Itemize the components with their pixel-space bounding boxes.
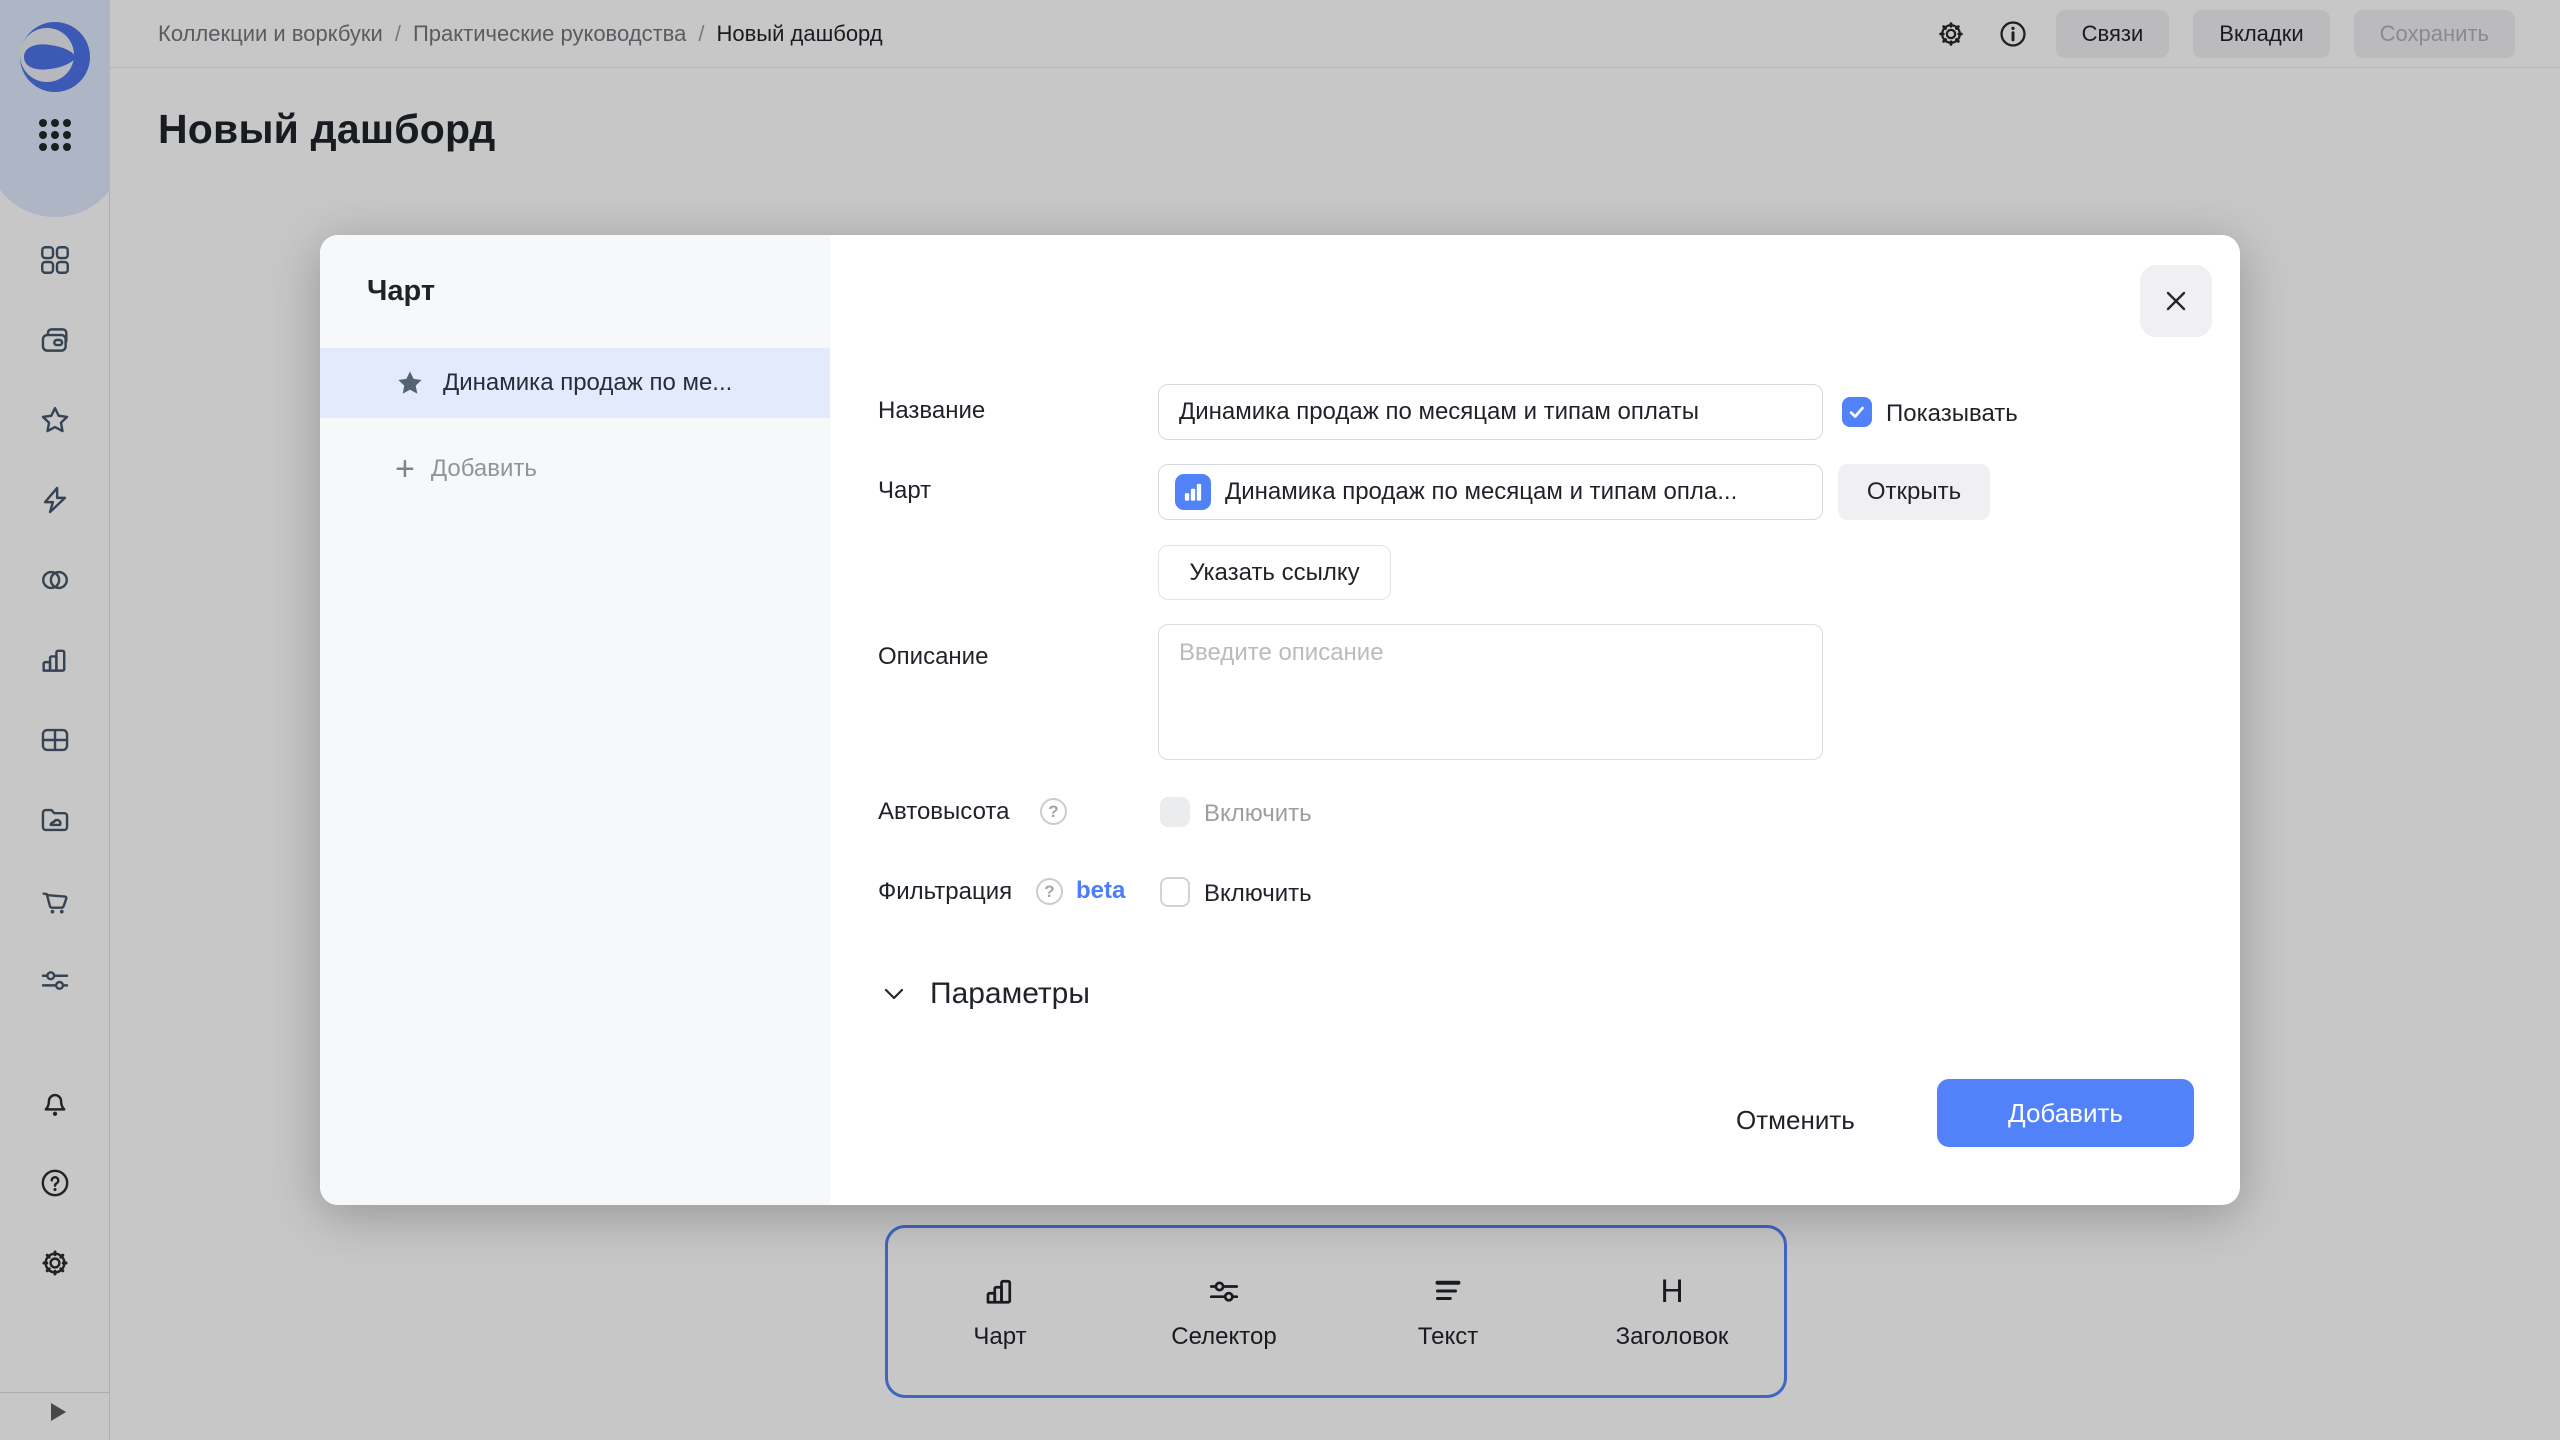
plus-icon: +: [395, 450, 415, 488]
name-field-label: Название: [878, 397, 986, 424]
dialog-left-panel: Чарт Динамика продаж по ме... + Добавить: [320, 235, 830, 1205]
add-chart-dialog: Чарт Динамика продаж по ме... + Добавить…: [320, 235, 2240, 1205]
check-icon: [1849, 406, 1864, 418]
params-section-label: Параметры: [930, 977, 1090, 1010]
set-link-button[interactable]: Указать ссылку: [1158, 545, 1391, 600]
beta-badge: beta: [1076, 877, 1126, 904]
dashboard-page: Коллекции и воркбуки / Практические руко…: [0, 0, 2560, 1440]
filtration-label: Фильтрация: [878, 878, 1013, 905]
filtration-checkbox-label[interactable]: Включить: [1204, 880, 1312, 908]
chart-field-label: Чарт: [878, 477, 932, 504]
chart-list-item-label: Динамика продаж по ме...: [443, 369, 733, 396]
chart-list-item-selected[interactable]: Динамика продаж по ме...: [320, 348, 830, 418]
params-section-toggle[interactable]: Параметры: [880, 977, 1090, 1011]
chevron-down-icon: [884, 988, 904, 1000]
description-textarea[interactable]: [1158, 624, 1823, 760]
cancel-button[interactable]: Отменить: [1716, 1090, 1875, 1150]
autoheight-checkbox[interactable]: [1160, 797, 1190, 827]
chart-select[interactable]: Динамика продаж по месяцам и типам опла.…: [1158, 464, 1823, 520]
close-icon: [2166, 291, 2186, 311]
dialog-title: Чарт: [367, 275, 436, 307]
description-field-label: Описание: [878, 643, 989, 670]
autoheight-checkbox-label: Включить: [1204, 800, 1312, 827]
chart-select-value: Динамика продаж по месяцам и типам опла.…: [1225, 478, 1738, 505]
show-checkbox[interactable]: [1842, 397, 1872, 427]
add-chart-item-button[interactable]: + Добавить: [395, 447, 537, 491]
autoheight-label: Автовысота: [878, 798, 1010, 825]
name-input[interactable]: [1158, 384, 1823, 440]
show-checkbox-label[interactable]: Показывать: [1886, 400, 2018, 428]
close-dialog-button[interactable]: [2140, 265, 2212, 337]
autoheight-help-icon[interactable]: ?: [1040, 798, 1067, 825]
add-button[interactable]: Добавить: [1937, 1079, 2194, 1147]
filtration-help-icon[interactable]: ?: [1036, 878, 1063, 905]
filtration-checkbox[interactable]: [1160, 877, 1190, 907]
star-icon: [398, 371, 422, 394]
chart-chip-icon: [1175, 474, 1211, 510]
add-chart-item-label: Добавить: [430, 455, 537, 482]
open-chart-button[interactable]: Открыть: [1838, 464, 1990, 520]
